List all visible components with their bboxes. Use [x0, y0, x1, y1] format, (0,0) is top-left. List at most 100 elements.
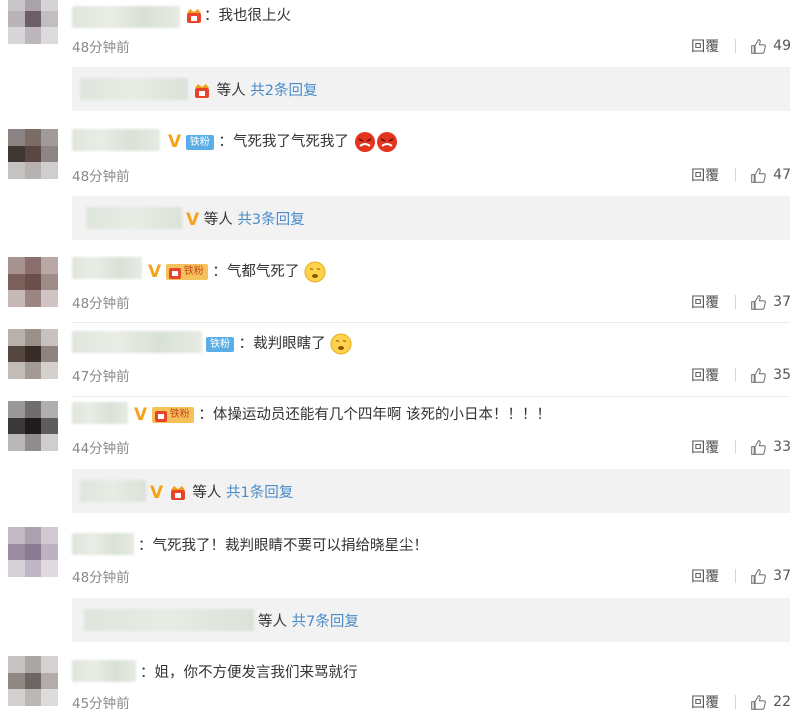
fan-badge: 铁粉	[151, 407, 194, 423]
like-count: 37	[773, 294, 791, 310]
comment-time: 45分钟前	[72, 696, 130, 712]
medal-icon	[168, 484, 188, 502]
username-blurred[interactable]	[72, 257, 142, 279]
reply-button[interactable]: 回覆	[691, 566, 719, 586]
thumbs-up-icon	[751, 167, 767, 183]
reply-count-link[interactable]: 共3条回复	[237, 212, 304, 228]
comment-content: 铁粉 ：裁判眼瞎了	[206, 333, 352, 355]
avatar[interactable]	[8, 257, 58, 307]
avatar[interactable]	[8, 329, 58, 379]
comment-divider	[72, 396, 790, 397]
comment-actions: 回覆 47	[691, 165, 791, 185]
divider	[735, 368, 737, 382]
fan-badge: 铁粉	[206, 336, 234, 352]
reply-count-link[interactable]: 共1条回复	[226, 485, 293, 501]
avatar[interactable]	[8, 401, 58, 451]
reply-summary[interactable]: 等人 共2条回复	[72, 67, 790, 111]
reply-button[interactable]: 回覆	[691, 292, 719, 312]
reply-summary[interactable]: V 等人 共1条回复	[72, 469, 790, 513]
comment-time: 48分钟前	[72, 40, 130, 56]
medal-icon	[192, 82, 212, 100]
comment-content: V 铁粉 ：体操运动员还能有几个四年啊 该死的小日本！！！！	[134, 405, 551, 425]
username-blurred[interactable]	[72, 660, 136, 682]
verified-v-icon: V	[168, 132, 182, 152]
verified-v-icon: V	[148, 262, 162, 282]
verified-v-icon: V	[150, 483, 164, 503]
reply-stack-label: 等人	[192, 485, 222, 501]
comment-time: 44分钟前	[72, 441, 130, 457]
like-count: 35	[773, 367, 791, 383]
reply-summary[interactable]: 等人 共7条回复	[72, 598, 790, 642]
reply-count-link[interactable]: 共7条回复	[292, 614, 359, 630]
medal-icon	[184, 7, 204, 25]
reply-stack-label: 等人	[203, 212, 233, 228]
dizzy-emoji-icon	[304, 261, 326, 283]
reply-summary[interactable]: V 等人 共3条回复	[72, 196, 790, 240]
dizzy-emoji-icon	[330, 333, 352, 355]
reply-button[interactable]: 回覆	[691, 165, 719, 185]
angry-emoji-icon	[376, 132, 397, 152]
divider	[735, 440, 737, 454]
like-button[interactable]: 37	[750, 568, 791, 585]
divider	[735, 569, 737, 583]
fan-badge: 铁粉	[165, 264, 208, 280]
like-count: 37	[773, 568, 791, 584]
reply-button[interactable]: 回覆	[691, 692, 719, 712]
like-count: 33	[773, 439, 791, 455]
avatar[interactable]	[8, 129, 58, 179]
comment-actions: 回覆 37	[691, 566, 791, 586]
reply-stack-label: 等人	[258, 614, 287, 630]
like-button[interactable]: 33	[750, 439, 791, 456]
comment-actions: 回覆 22	[691, 692, 791, 712]
like-button[interactable]: 35	[750, 367, 791, 384]
avatar[interactable]	[8, 656, 58, 706]
reply-names-blurred	[86, 207, 182, 229]
comment-content: V 铁粉 ：气都气死了	[148, 261, 326, 283]
comment-content: V 铁粉 ：气死我了气死我了	[168, 131, 398, 153]
divider	[735, 295, 737, 309]
avatar[interactable]	[8, 527, 58, 577]
reply-button[interactable]: 回覆	[691, 437, 719, 457]
like-count: 22	[773, 694, 791, 710]
username-blurred[interactable]	[72, 331, 202, 353]
reply-button[interactable]: 回覆	[691, 365, 719, 385]
like-count: 47	[773, 167, 791, 183]
username-blurred[interactable]	[72, 402, 128, 424]
like-button[interactable]: 49	[750, 38, 791, 55]
reply-count-link[interactable]: 共2条回复	[250, 83, 317, 99]
thumbs-up-icon	[751, 439, 767, 455]
reply-names-blurred	[80, 78, 188, 100]
reply-stack-label: 等人	[216, 83, 246, 99]
like-button[interactable]: 37	[750, 294, 791, 311]
comment-time: 48分钟前	[72, 570, 130, 586]
comment-content: ：气死我了！裁判眼睛不要可以捐给晓星尘！	[138, 538, 428, 554]
comment-content: ：我也很上火	[184, 6, 291, 26]
medal-icon	[168, 268, 181, 279]
verified-v-icon: V	[134, 405, 148, 425]
like-button[interactable]: 47	[750, 167, 791, 184]
username-blurred[interactable]	[72, 6, 180, 28]
thumbs-up-icon	[751, 294, 767, 310]
thumbs-up-icon	[751, 694, 767, 710]
angry-emoji-icon	[354, 132, 375, 152]
divider	[735, 695, 737, 709]
like-button[interactable]: 22	[750, 694, 791, 711]
username-blurred[interactable]	[72, 129, 160, 151]
thumbs-up-icon	[751, 367, 767, 383]
comment-actions: 回覆 33	[691, 437, 791, 457]
like-count: 49	[773, 38, 791, 54]
comment-time: 48分钟前	[72, 296, 130, 312]
comment-divider	[72, 322, 790, 323]
reply-names-blurred	[84, 609, 254, 631]
fan-badge: 铁粉	[185, 134, 214, 150]
username-blurred[interactable]	[72, 533, 134, 555]
comment-actions: 回覆 37	[691, 292, 791, 312]
comment-time: 47分钟前	[72, 369, 130, 385]
thumbs-up-icon	[751, 38, 767, 54]
comment-time: 48分钟前	[72, 169, 130, 185]
reply-button[interactable]: 回覆	[691, 36, 719, 56]
comment-content: ：姐，你不方便发言我们来骂就行	[140, 665, 358, 681]
divider	[735, 168, 737, 182]
avatar[interactable]	[8, 0, 58, 44]
comment-actions: 回覆 49	[691, 36, 791, 56]
